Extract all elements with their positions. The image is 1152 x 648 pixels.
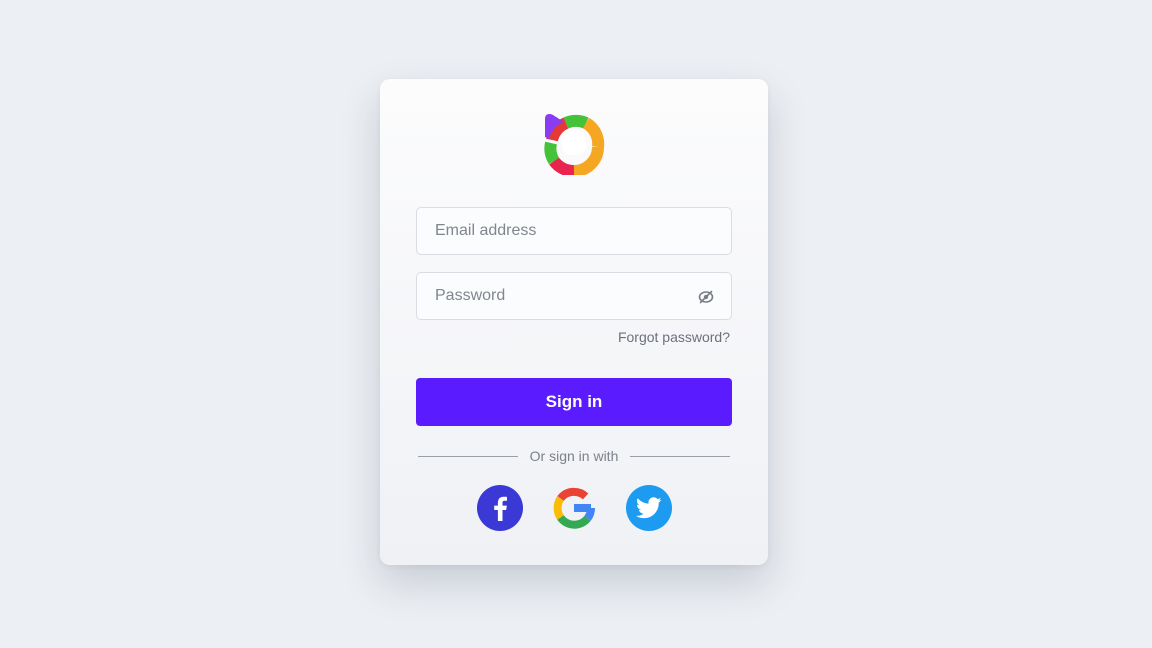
twitter-login-button[interactable] [626,485,672,531]
sign-in-button[interactable]: Sign in [416,378,732,426]
facebook-icon [494,496,507,521]
google-icon [553,487,595,529]
logo-icon [544,114,605,175]
password-field-container [416,272,732,320]
social-divider: Or sign in with [418,445,731,467]
divider-line-left [418,455,518,457]
google-login-button[interactable] [551,485,597,531]
eye-off-icon[interactable] [697,288,715,306]
divider-line-right [630,455,731,457]
facebook-login-button[interactable] [477,485,523,531]
login-card: Forgot password? Sign in Or sign in with [380,79,768,565]
forgot-password-link[interactable]: Forgot password? [618,329,730,345]
email-input[interactable] [417,208,731,254]
twitter-icon [636,497,662,519]
password-input[interactable] [417,273,731,319]
email-field-container [416,207,732,255]
divider-label: Or sign in with [529,448,619,464]
